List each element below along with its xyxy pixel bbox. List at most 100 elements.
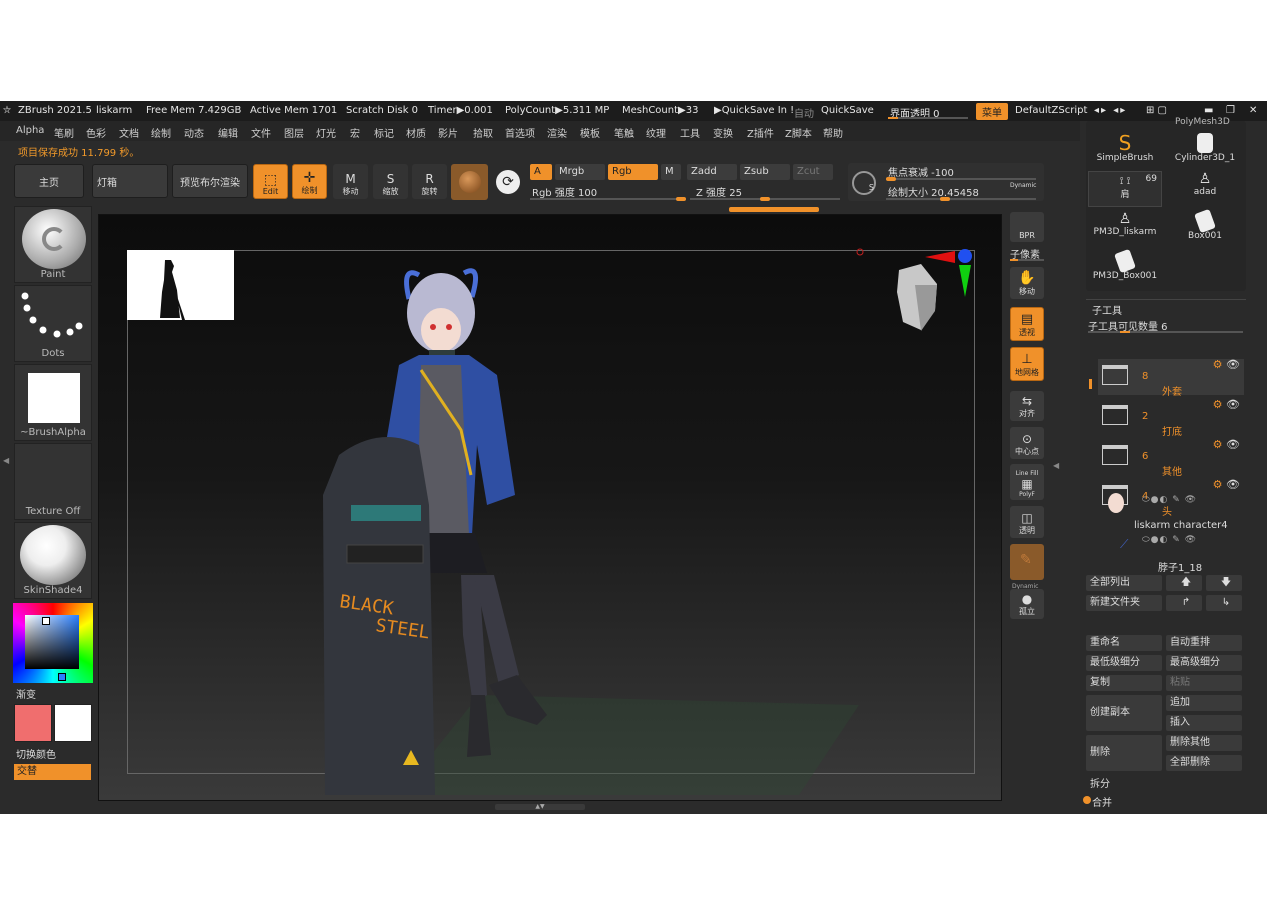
subtool-scrollbar[interactable] bbox=[1089, 379, 1092, 389]
highest-subdiv-button[interactable]: 最高级细分 bbox=[1166, 655, 1242, 671]
menu-item[interactable]: Z插件 bbox=[747, 125, 774, 140]
delete-other-button[interactable]: 删除其他 bbox=[1166, 735, 1242, 751]
menu-item[interactable]: 文件 bbox=[251, 125, 271, 140]
menu-item[interactable]: 变换 bbox=[713, 125, 733, 140]
menu-item[interactable]: 宏 bbox=[350, 125, 360, 140]
subtool-item-neck[interactable]: 脖子1_18 bbox=[1158, 559, 1202, 574]
stroke-button[interactable]: ⟳ bbox=[492, 166, 524, 198]
zcut-toggle[interactable]: Zcut bbox=[793, 164, 833, 180]
split-menu[interactable]: 拆分 bbox=[1090, 775, 1110, 790]
rgb-intensity-slider[interactable]: Rgb 强度 100 bbox=[532, 184, 597, 199]
insert-button[interactable]: 插入 bbox=[1166, 715, 1242, 731]
lowest-subdiv-button[interactable]: 最低级细分 bbox=[1086, 655, 1162, 671]
subtool-controls-icon[interactable]: ⬭●◐ ✎ 👁 bbox=[1142, 495, 1197, 505]
mrgb-toggle[interactable]: Mrgb bbox=[555, 164, 605, 180]
menu-item[interactable]: 帮助 bbox=[823, 125, 843, 140]
merge-menu[interactable]: 合并 bbox=[1092, 794, 1112, 809]
paste-button[interactable]: 粘贴 bbox=[1166, 675, 1242, 691]
gradient-toggle[interactable]: 渐变 bbox=[16, 686, 36, 701]
ghost-button[interactable]: ✎ bbox=[1010, 544, 1044, 580]
scale-button[interactable]: S 缩放 bbox=[373, 164, 408, 199]
tool-box001[interactable]: Box001 bbox=[1170, 208, 1240, 247]
palette-icon[interactable]: ⊞ ▢ bbox=[1146, 105, 1167, 116]
frame-button[interactable]: ⇆ 对齐 bbox=[1010, 391, 1044, 421]
m-toggle[interactable]: M bbox=[661, 164, 681, 180]
tool-cylinder[interactable]: Cylinder3D_1 bbox=[1170, 133, 1240, 167]
folder-settings-icon[interactable]: ⚙ 👁 bbox=[1213, 398, 1240, 411]
material-selector[interactable]: SkinShade4 bbox=[14, 522, 92, 599]
color-picker[interactable] bbox=[13, 603, 93, 683]
brush-selector[interactable]: Paint bbox=[14, 206, 92, 283]
tool-pm3d-liskarm[interactable]: ♙ PM3D_liskarm bbox=[1090, 211, 1160, 247]
folder-settings-icon[interactable]: ⚙ 👁 bbox=[1213, 438, 1240, 451]
right-collapse-icon[interactable]: ◀ bbox=[1053, 461, 1059, 470]
main-color-swatch[interactable] bbox=[14, 704, 52, 742]
menu-item[interactable]: 文档 bbox=[119, 125, 139, 140]
menu-item[interactable]: 图层 bbox=[284, 125, 304, 140]
transparency-button[interactable]: ◫ 透明 bbox=[1010, 506, 1044, 538]
alternate-button[interactable]: 交替 bbox=[14, 764, 91, 780]
stroke-selector[interactable]: Dots bbox=[14, 285, 92, 362]
subtool-header[interactable]: 子工具 bbox=[1092, 302, 1122, 317]
zsub-toggle[interactable]: Zsub bbox=[740, 164, 790, 180]
menu-item[interactable]: 影片 bbox=[438, 125, 458, 140]
tool-current[interactable]: 69 ⟟ ⟟ 肩 bbox=[1088, 171, 1162, 207]
quicksave-button[interactable]: QuickSave bbox=[821, 105, 874, 116]
subtool-item-character[interactable]: liskarm character4 bbox=[1134, 520, 1228, 531]
rotate-button[interactable]: R 旋转 bbox=[412, 164, 447, 199]
z-intensity-slider[interactable]: Z 强度 25 bbox=[696, 184, 742, 199]
delete-all-button[interactable]: 全部删除 bbox=[1166, 755, 1242, 771]
draw-size-slider[interactable]: 绘制大小 20.45458 bbox=[888, 184, 979, 199]
folder-settings-icon[interactable]: ⚙ 👁 bbox=[1213, 358, 1240, 371]
solo-button[interactable]: ● 孤立 bbox=[1010, 589, 1044, 619]
menu-item[interactable]: 工具 bbox=[680, 125, 700, 140]
restore-icon[interactable]: ❐ bbox=[1226, 105, 1235, 116]
menu-item[interactable]: 灯光 bbox=[316, 125, 336, 140]
menu-button[interactable]: 菜单 bbox=[976, 103, 1008, 120]
focal-shift-knob[interactable] bbox=[886, 177, 896, 181]
rgb-intensity-knob[interactable] bbox=[676, 197, 686, 201]
subtool-folder[interactable]: 6 其他 ⚙ 👁 bbox=[1098, 438, 1244, 478]
pan-button[interactable]: ✋ 移动 bbox=[1010, 267, 1044, 299]
menu-item[interactable]: 标记 bbox=[374, 125, 394, 140]
floor-button[interactable]: ⊥ 地网格 bbox=[1010, 347, 1044, 381]
move-out-button[interactable]: ↳ bbox=[1206, 595, 1242, 611]
subtool-folder[interactable]: 2 打底 ⚙ 👁 bbox=[1098, 398, 1244, 438]
menu-item[interactable]: 拾取 bbox=[473, 125, 493, 140]
menu-item[interactable]: 笔刷 bbox=[54, 125, 74, 140]
menu-item[interactable]: 纹理 bbox=[646, 125, 666, 140]
perspective-button[interactable]: ▤ 透视 bbox=[1010, 307, 1044, 341]
list-all-button[interactable]: 全部列出 bbox=[1086, 575, 1162, 591]
bpr-button[interactable]: BPR bbox=[1010, 212, 1044, 242]
canvas-viewport[interactable]: BLACK STEEL bbox=[98, 214, 1002, 801]
menu-item[interactable]: 渲染 bbox=[547, 125, 567, 140]
zadd-toggle[interactable]: Zadd bbox=[687, 164, 737, 180]
subtool-folder[interactable]: 8 外套 ⚙ 👁 bbox=[1098, 358, 1244, 398]
duplicate-button[interactable]: 创建副本 bbox=[1086, 695, 1162, 731]
copy-button[interactable]: 复制 bbox=[1086, 675, 1162, 691]
menu-item[interactable]: Z脚本 bbox=[785, 125, 812, 140]
edit-button[interactable]: ⬚ Edit bbox=[253, 164, 288, 199]
center-button[interactable]: ⊙ 中心点 bbox=[1010, 427, 1044, 459]
menu-item[interactable]: Alpha bbox=[16, 125, 44, 136]
menu-item[interactable]: 材质 bbox=[406, 125, 426, 140]
z-intensity-knob[interactable] bbox=[760, 197, 770, 201]
bpr-preview-button[interactable]: 预览布尔渲染 bbox=[172, 164, 248, 198]
left-collapse-icon[interactable]: ◀ bbox=[3, 456, 9, 465]
home-button[interactable]: 主页 bbox=[14, 164, 84, 198]
new-folder-button[interactable]: 新建文件夹 bbox=[1086, 595, 1162, 611]
tool-adad[interactable]: ♙ adad bbox=[1170, 171, 1240, 207]
tool-pm3d-box001[interactable]: PM3D_Box001 bbox=[1090, 248, 1160, 287]
menu-item[interactable]: 绘制 bbox=[151, 125, 171, 140]
move-down-button[interactable]: 🡇 bbox=[1206, 575, 1242, 591]
lazy-mouse-icon[interactable]: S bbox=[852, 171, 876, 195]
a-toggle[interactable]: A bbox=[530, 164, 552, 180]
subtool-controls2-icon[interactable]: ⬭●◐ ✎ 👁 bbox=[1142, 535, 1197, 545]
polyframe-button[interactable]: Line Fill ▦ PolyF bbox=[1010, 464, 1044, 500]
folder-settings-icon[interactable]: ⚙ 👁 bbox=[1213, 478, 1240, 491]
lightbox-button[interactable]: 灯箱 bbox=[92, 164, 168, 198]
minimize-icon[interactable]: ▬ bbox=[1204, 105, 1213, 116]
alpha-selector[interactable]: ~BrushAlpha bbox=[14, 364, 92, 441]
tool-simplebrush[interactable]: S SimpleBrush bbox=[1090, 133, 1160, 167]
close-icon[interactable]: ✕ bbox=[1249, 105, 1257, 116]
